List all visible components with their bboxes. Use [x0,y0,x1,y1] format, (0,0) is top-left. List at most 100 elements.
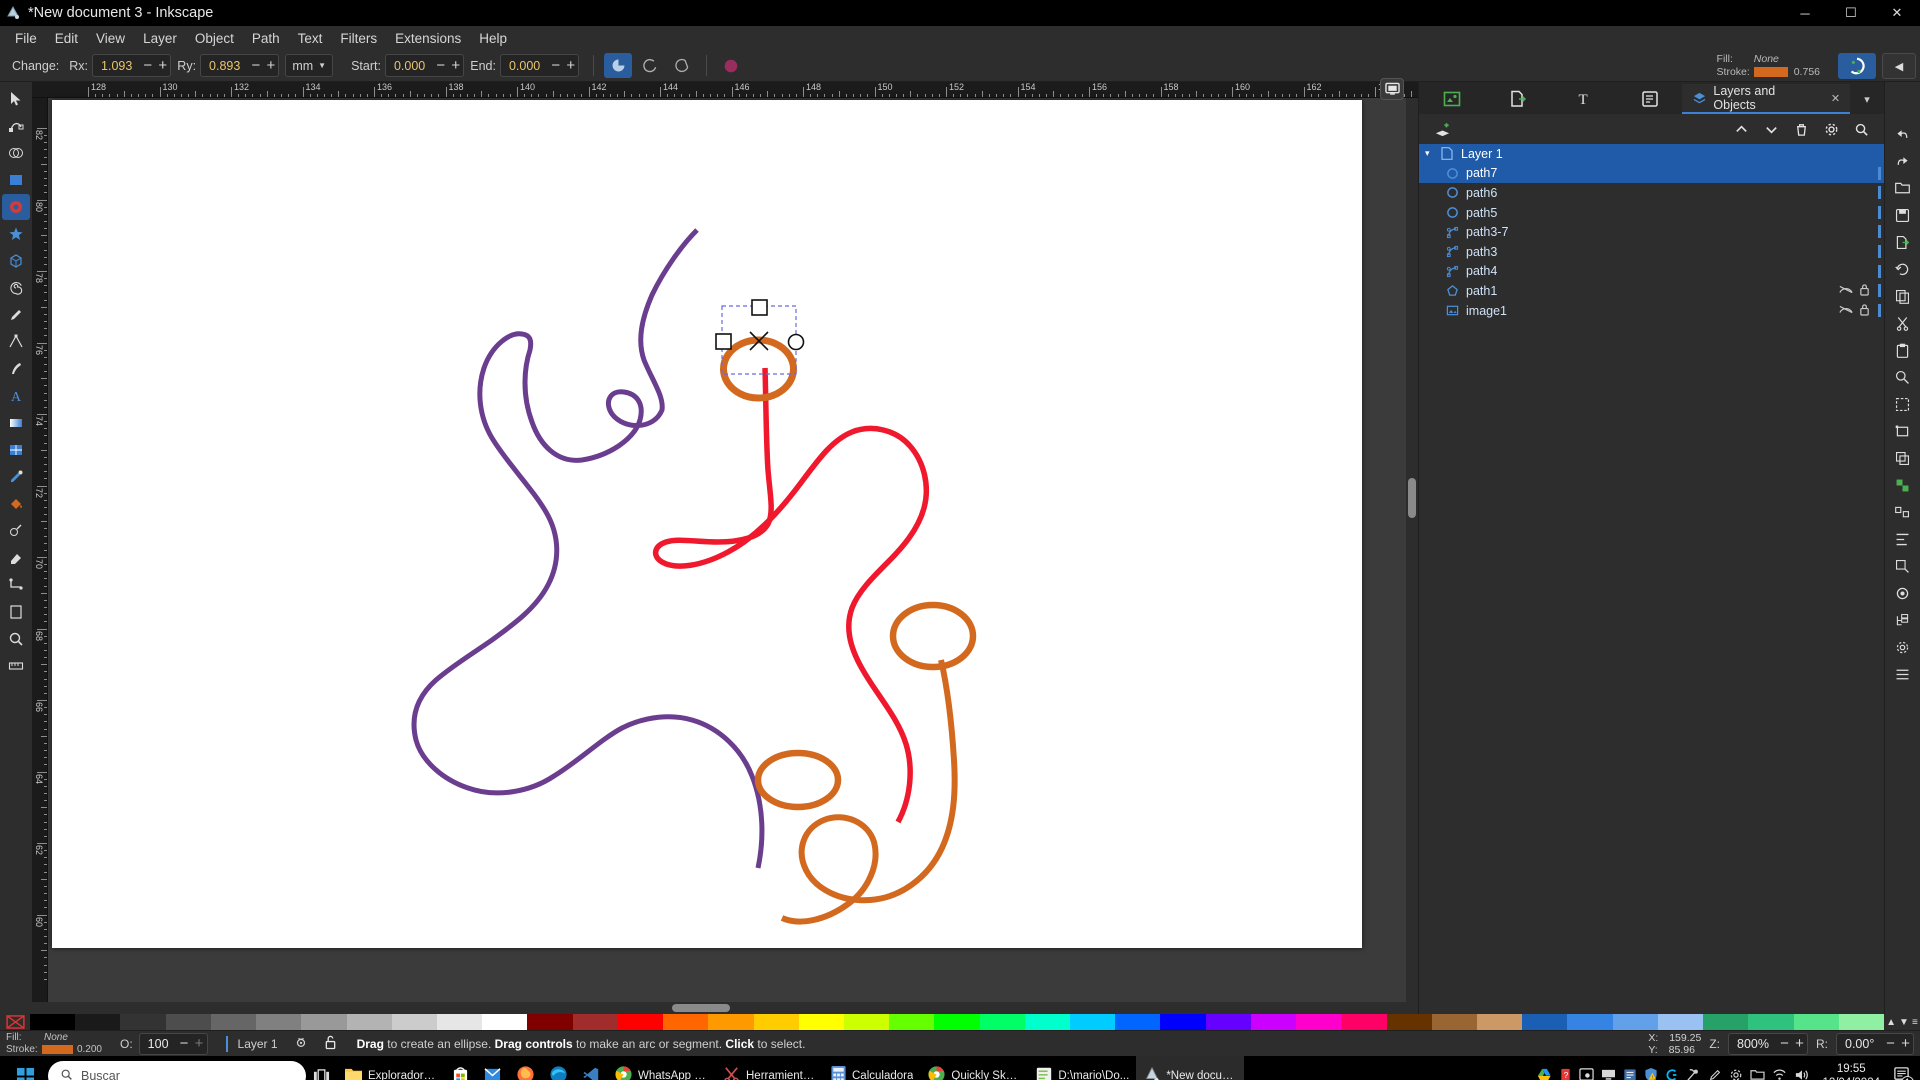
display-mode-icon[interactable] [1380,78,1404,100]
rotate-value[interactable]: 0.00° [1837,1037,1883,1051]
palette-swatch[interactable] [1703,1014,1749,1030]
opacity-plus[interactable]: + [192,1033,207,1054]
layer-item-path3[interactable]: path3 [1419,242,1884,262]
align-icon[interactable] [1889,527,1917,551]
tweak-tool[interactable] [2,518,30,544]
palette-swatch[interactable] [1115,1014,1161,1030]
color-palette[interactable]: ▲ ▼ ≡ [0,1014,1920,1030]
preferences-icon[interactable] [1889,635,1917,659]
palette-swatch[interactable] [1567,1014,1613,1030]
zoom-value[interactable]: 800% [1729,1037,1777,1051]
status-stroke-swatch[interactable] [41,1045,73,1054]
expander-icon[interactable]: ▾ [1425,148,1438,159]
mesh-tool[interactable] [2,437,30,463]
security-warning-icon[interactable]: ! [1644,1067,1658,1080]
xml-tree-icon[interactable] [1889,608,1917,632]
canvas-viewport[interactable] [48,78,1406,1002]
taskbar-item-quickly-sketch[interactable]: Quickly Sket... [920,1056,1028,1080]
undo-history-icon[interactable] [1889,257,1917,281]
spiral-tool[interactable] [2,275,30,301]
ungroup-icon[interactable] [1889,500,1917,524]
layer-item-image1[interactable]: image1 [1419,301,1884,321]
tab-layers-and-objects[interactable]: Layers and Objects ✕ [1682,84,1851,114]
start-minus[interactable]: − [433,55,448,76]
opacity-minus[interactable]: − [177,1033,192,1054]
palette-swatch[interactable] [1341,1014,1387,1030]
zoom-drawing-icon[interactable] [1889,392,1917,416]
unit-selector[interactable]: mm ▼ [285,54,334,77]
palette-swatch[interactable] [75,1014,121,1030]
duplicate-icon[interactable] [1889,446,1917,470]
palette-swatch[interactable] [436,1014,483,1030]
menu-view[interactable]: View [87,28,134,49]
group-icon[interactable] [1889,473,1917,497]
palette-swatch[interactable] [1838,1014,1884,1030]
layer-item-path1[interactable]: path1 [1419,281,1884,301]
horizontal-scrollbar[interactable] [32,1002,1418,1014]
dropper-tool[interactable] [2,464,30,490]
palette-swatch[interactable] [979,1014,1025,1030]
palette-swatch[interactable] [527,1014,573,1030]
tab-document-properties[interactable] [1485,84,1551,114]
layer-row-layer1[interactable]: ▾ Layer 1 [1419,144,1884,164]
stroke-color-swatch[interactable] [1753,67,1788,78]
measure-tool[interactable] [2,653,30,679]
taskbar-item-calculator[interactable]: Calculadora [823,1056,920,1080]
menu-edit[interactable]: Edit [46,28,87,49]
redo-icon[interactable] [1889,149,1917,173]
star-tool[interactable] [2,221,30,247]
delete-button[interactable] [1788,118,1814,140]
document-page[interactable] [52,100,1362,948]
palette-swatch[interactable] [1205,1014,1251,1030]
ry-value[interactable]: 0.893 [201,59,248,73]
arc-chord-button[interactable] [668,53,696,78]
palette-swatch[interactable] [346,1014,392,1030]
save-icon[interactable] [1889,203,1917,227]
rectangle-tool[interactable] [2,167,30,193]
settings-wheel-icon[interactable] [1729,1068,1743,1080]
vertical-scroll-thumb[interactable] [1408,478,1416,518]
palette-swatch[interactable] [120,1014,166,1030]
minimize-button[interactable]: ─ [1782,0,1828,26]
palette-swatch[interactable] [1070,1014,1116,1030]
opacity-value[interactable]: 100 [140,1037,177,1051]
pencil-tool[interactable] [2,302,30,328]
pen-icon[interactable] [1708,1068,1722,1080]
zoom-selection-icon[interactable] [1889,419,1917,443]
ry-plus[interactable]: + [263,55,278,76]
settings-button[interactable] [1818,118,1844,140]
rotate-minus[interactable]: − [1883,1033,1898,1054]
chevron-down-icon[interactable]: ▾ [1850,84,1884,114]
shape-builder-tool[interactable] [2,140,30,166]
palette-swatch[interactable] [210,1014,257,1030]
page-tool[interactable] [2,599,30,625]
3dbox-tool[interactable] [2,248,30,274]
rotate-plus[interactable]: + [1898,1033,1913,1054]
rx-plus[interactable]: + [155,55,170,76]
close-button[interactable]: ✕ [1874,0,1920,26]
make-whole-ellipse-button[interactable] [717,53,745,78]
palette-scroll-up-icon[interactable]: ▲ [1886,1017,1896,1028]
palette-swatch[interactable] [663,1014,709,1030]
palette-swatch[interactable] [1793,1014,1839,1030]
app-icon[interactable] [1623,1068,1637,1080]
palette-swatch[interactable] [617,1014,664,1030]
layer-item-path6[interactable]: path6 [1419,183,1884,203]
layer-item-path7[interactable]: path7 [1419,163,1884,184]
wifi-icon[interactable] [1772,1068,1787,1080]
orange-ellipse-selected[interactable] [720,336,797,402]
palette-swatch[interactable] [301,1014,347,1030]
taskbar-item-explorer-window[interactable]: D:\mario\Do... [1028,1056,1136,1080]
orange-ellipse-large[interactable] [889,601,977,671]
tab-export[interactable] [1419,84,1485,114]
export-icon[interactable] [1889,230,1917,254]
close-icon[interactable]: ✕ [1831,92,1840,105]
palette-swatch[interactable] [708,1014,754,1030]
palette-swatch[interactable] [1250,1014,1297,1030]
palette-swatch[interactable] [843,1014,890,1030]
rx-value[interactable]: 1.093 [93,59,140,73]
taskbar-item-snipping[interactable]: Herramienta ... [715,1056,823,1080]
palette-scroll-down-icon[interactable]: ▼ [1899,1017,1909,1028]
current-layer-name[interactable]: Layer 1 [238,1037,278,1051]
cut-icon[interactable] [1889,311,1917,335]
